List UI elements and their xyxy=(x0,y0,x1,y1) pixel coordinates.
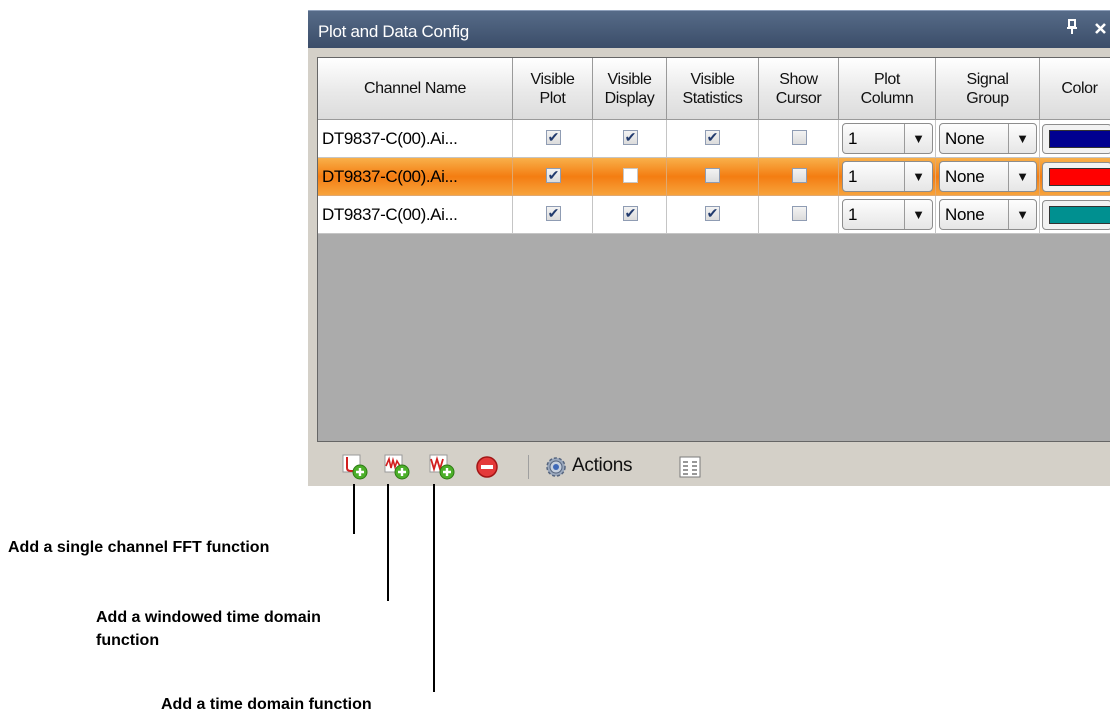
column-header-visible-statistics[interactable]: Visible Statistics xyxy=(667,58,759,120)
time-leader-line xyxy=(433,484,435,692)
show-cursor-checkbox[interactable] xyxy=(792,206,807,221)
function-toolbar: Actions xyxy=(317,446,1110,486)
plot-column-select[interactable]: 1 ▼ xyxy=(842,123,933,154)
column-header-channel-name[interactable]: Channel Name xyxy=(318,58,513,120)
signal-group-value: None xyxy=(945,167,985,186)
table-row[interactable]: DT9837-C(00).Ai... ✔ ✔ ✔ 1 ▼ None ▼ xyxy=(318,196,1110,234)
plot-column-value: 1 xyxy=(848,205,858,224)
signal-group-select[interactable]: None ▼ xyxy=(939,199,1037,230)
channel-name-cell[interactable]: DT9837-C(00).Ai... xyxy=(318,158,513,196)
chevron-down-icon[interactable]: ▼ xyxy=(1008,162,1036,191)
column-header-signal-group[interactable]: Signal Group xyxy=(936,58,1040,120)
visible-statistics-checkbox[interactable] xyxy=(705,168,720,183)
close-icon[interactable] xyxy=(1094,20,1108,41)
color-fill xyxy=(1049,168,1110,186)
panel-titlebar: Plot and Data Config xyxy=(308,10,1110,48)
chevron-down-icon[interactable]: ▼ xyxy=(904,162,932,191)
chevron-down-icon[interactable]: ▼ xyxy=(904,200,932,229)
color-swatch-button[interactable] xyxy=(1042,162,1110,192)
pin-icon[interactable] xyxy=(1066,19,1078,40)
toolbar-separator xyxy=(528,455,529,479)
fft-function-add-icon[interactable] xyxy=(342,454,368,480)
fft-annotation: Add a single channel FFT function xyxy=(8,539,270,556)
windowed-time-function-add-icon[interactable] xyxy=(384,454,410,480)
channel-name-cell[interactable]: DT9837-C(00).Ai... xyxy=(318,120,513,158)
visible-display-checkbox[interactable] xyxy=(623,168,638,183)
channel-grid: Channel Name Visible Plot Visible Displa… xyxy=(317,57,1110,442)
color-fill xyxy=(1049,130,1110,148)
column-header-color[interactable]: Color xyxy=(1040,58,1110,120)
plot-column-value: 1 xyxy=(848,167,858,186)
signal-group-value: None xyxy=(945,205,985,224)
visible-plot-checkbox[interactable]: ✔ xyxy=(546,130,561,145)
signal-group-value: None xyxy=(945,129,985,148)
signal-group-select[interactable]: None ▼ xyxy=(939,161,1037,192)
time-annotation: Add a time domain function xyxy=(161,696,372,713)
column-header-plot-column[interactable]: Plot Column xyxy=(839,58,936,120)
visible-plot-checkbox[interactable]: ✔ xyxy=(546,168,561,183)
color-swatch-button[interactable] xyxy=(1042,124,1110,154)
column-header-visible-plot[interactable]: Visible Plot xyxy=(513,58,593,120)
color-fill xyxy=(1049,206,1110,224)
windowed-annotation: Add a windowed time domain function xyxy=(96,609,321,649)
chevron-down-icon[interactable]: ▼ xyxy=(904,124,932,153)
column-header-visible-display[interactable]: Visible Display xyxy=(593,58,667,120)
plot-and-data-config-panel: Plot and Data Config Channel Name Visibl… xyxy=(308,10,1110,486)
channel-name-cell[interactable]: DT9837-C(00).Ai... xyxy=(318,196,513,234)
fft-leader-line xyxy=(353,484,355,534)
visible-display-checkbox[interactable]: ✔ xyxy=(623,130,638,145)
column-header-show-cursor[interactable]: Show Cursor xyxy=(759,58,839,120)
time-function-add-icon[interactable] xyxy=(429,454,455,480)
remove-icon[interactable] xyxy=(475,454,501,480)
panel-title: Plot and Data Config xyxy=(318,22,469,41)
visible-statistics-checkbox[interactable]: ✔ xyxy=(705,206,720,221)
show-cursor-checkbox[interactable] xyxy=(792,130,807,145)
gear-icon[interactable] xyxy=(543,454,569,480)
plot-column-select[interactable]: 1 ▼ xyxy=(842,161,933,192)
chevron-down-icon[interactable]: ▼ xyxy=(1008,124,1036,153)
table-row[interactable]: DT9837-C(00).Ai... ✔ ✔ ✔ 1 ▼ None ▼ xyxy=(318,120,1110,158)
visible-statistics-checkbox[interactable]: ✔ xyxy=(705,130,720,145)
chevron-down-icon[interactable]: ▼ xyxy=(1008,200,1036,229)
table-row-selected[interactable]: DT9837-C(00).Ai... ✔ 1 ▼ None ▼ xyxy=(318,158,1110,196)
color-swatch-button[interactable] xyxy=(1042,200,1110,230)
windowed-leader-line xyxy=(387,484,389,601)
plot-column-select[interactable]: 1 ▼ xyxy=(842,199,933,230)
plot-column-value: 1 xyxy=(848,129,858,148)
actions-button[interactable]: Actions xyxy=(572,455,633,477)
show-cursor-checkbox[interactable] xyxy=(792,168,807,183)
visible-display-checkbox[interactable]: ✔ xyxy=(623,206,638,221)
columns-icon[interactable] xyxy=(678,454,704,480)
signal-group-select[interactable]: None ▼ xyxy=(939,123,1037,154)
visible-plot-checkbox[interactable]: ✔ xyxy=(546,206,561,221)
